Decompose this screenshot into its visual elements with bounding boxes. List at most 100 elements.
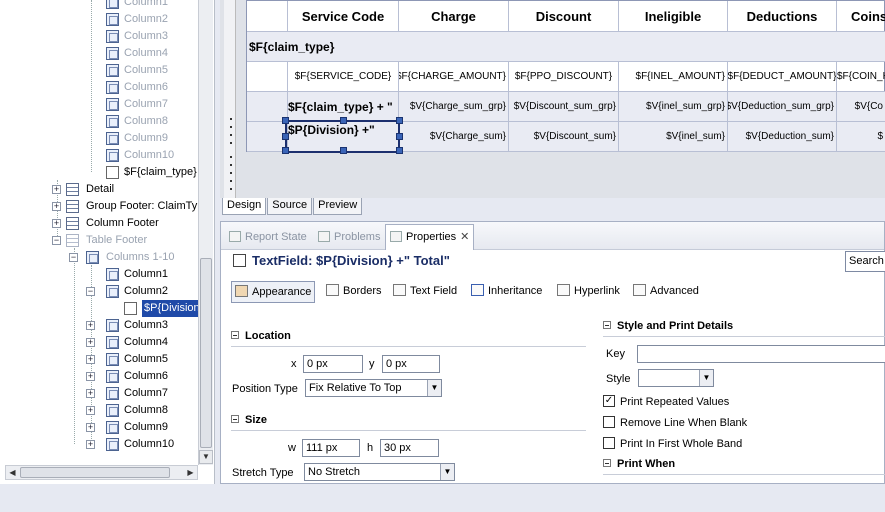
remove-line-checkbox[interactable] [603, 416, 615, 428]
print-first-band-checkbox[interactable] [603, 437, 615, 449]
expand-icon[interactable]: + [86, 321, 95, 330]
expand-icon[interactable]: + [86, 406, 95, 415]
column-header[interactable]: Discount [509, 1, 619, 32]
expand-icon[interactable]: + [86, 423, 95, 432]
group-total-cell[interactable]: $V{Charge_sum_grp} [399, 92, 509, 122]
stretch-type-select[interactable]: No Stretch ▼ [304, 463, 455, 481]
expand-icon[interactable]: + [86, 440, 95, 449]
resize-handle[interactable] [282, 147, 289, 154]
tab-properties[interactable]: Properties ✕ [385, 224, 475, 250]
tab-advanced[interactable]: Advanced [630, 281, 702, 303]
collapse-icon[interactable]: − [52, 236, 61, 245]
tab-report-state[interactable]: Report State [229, 228, 307, 246]
resize-handle[interactable] [340, 147, 347, 154]
search-input[interactable]: Search [845, 251, 885, 272]
y-input[interactable]: 0 px [382, 355, 440, 373]
scroll-left-arrow-icon[interactable]: ◀ [6, 466, 19, 479]
expand-icon[interactable]: + [52, 202, 61, 211]
report-canvas[interactable]: Service Code Charge Discount Ineligible … [246, 0, 885, 154]
outline-tree: Column1 Column2 Column3 Column4 Column5 … [0, 0, 198, 465]
total-cell[interactable]: $V{Discount_sum} [509, 122, 619, 152]
collapse-icon[interactable] [231, 331, 239, 339]
group-header-row[interactable]: $F{claim_type} [247, 32, 885, 62]
column-header[interactable]: Service Code [288, 1, 399, 32]
column-header[interactable]: Coins [837, 1, 885, 32]
collapse-icon[interactable] [603, 459, 611, 467]
print-repeated-checkbox[interactable]: ✓ [603, 395, 615, 407]
group-total-cell[interactable]: $V{Co [837, 92, 885, 122]
appearance-icon [235, 285, 248, 297]
expand-icon[interactable]: + [86, 389, 95, 398]
tab-problems[interactable]: Problems [318, 228, 380, 246]
section-size[interactable]: Size [231, 414, 267, 426]
detail-cell[interactable]: $F{PPO_DISCOUNT} [509, 62, 619, 92]
tab-appearance[interactable]: Appearance [231, 281, 316, 303]
close-icon[interactable]: ✕ [460, 231, 469, 243]
table-cell[interactable] [247, 1, 288, 32]
x-input[interactable]: 0 px [303, 355, 363, 373]
resize-handle[interactable] [282, 133, 289, 140]
resize-handle[interactable] [340, 117, 347, 124]
column-header[interactable]: Ineligible [619, 1, 728, 32]
vertical-ruler [224, 0, 236, 198]
tab-hyperlink[interactable]: Hyperlink [554, 281, 623, 303]
tab-source[interactable]: Source [267, 198, 313, 215]
total-cell[interactable]: $V{Deduction_sum} [728, 122, 837, 152]
section-print-when[interactable]: Print When [603, 458, 675, 470]
detail-cell[interactable]: $F{CHARGE_AMOUNT} [399, 62, 509, 92]
expand-icon[interactable]: + [52, 219, 61, 228]
table-cell[interactable] [247, 62, 288, 92]
collapse-icon[interactable]: − [69, 253, 78, 262]
collapse-icon[interactable] [603, 321, 611, 329]
expand-icon[interactable]: + [52, 185, 61, 194]
expand-icon[interactable]: + [86, 372, 95, 381]
y-label: y [369, 358, 375, 370]
style-select[interactable]: ▼ [638, 369, 714, 387]
w-label: w [288, 442, 296, 454]
position-type-select[interactable]: Fix Relative To Top ▼ [305, 379, 442, 397]
remove-line-label: Remove Line When Blank [620, 417, 748, 429]
resize-handle[interactable] [282, 117, 289, 124]
advanced-icon [633, 284, 646, 296]
tab-design[interactable]: Design [222, 198, 267, 215]
detail-cell[interactable]: $F{SERVICE_CODE} [288, 62, 399, 92]
outline-horizontal-scrollbar[interactable]: ◀ ▶ [5, 465, 198, 480]
tab-inheritance[interactable]: Inheritance [468, 281, 545, 303]
scroll-right-arrow-icon[interactable]: ▶ [184, 466, 197, 479]
collapse-icon[interactable]: − [86, 287, 95, 296]
scroll-down-arrow-icon[interactable]: ▼ [199, 450, 213, 464]
group-total-cell[interactable]: $V{inel_sum_grp} [619, 92, 728, 122]
editor-tabs: Design Source Preview [222, 198, 363, 215]
resize-handle[interactable] [396, 117, 403, 124]
tab-preview[interactable]: Preview [313, 198, 363, 215]
key-input[interactable] [637, 345, 885, 363]
outline-vertical-scrollbar[interactable]: ▼ [198, 0, 213, 465]
detail-cell[interactable]: $F{COIN_HIS [837, 62, 885, 92]
height-input[interactable]: 30 px [380, 439, 439, 457]
tab-text-field[interactable]: Text Field [390, 281, 460, 303]
detail-cell[interactable]: $F{INEL_AMOUNT} [619, 62, 728, 92]
view-tabs: Report State Problems Properties ✕ [221, 222, 884, 250]
section-style-print[interactable]: Style and Print Details [603, 320, 733, 332]
resize-handle[interactable] [396, 133, 403, 140]
group-total-cell[interactable]: $V{Deduction_sum_grp} [728, 92, 837, 122]
x-label: x [291, 358, 297, 370]
detail-cell[interactable]: $F{DEDUCT_AMOUNT} [728, 62, 837, 92]
total-cell[interactable]: $ [837, 122, 885, 152]
expand-icon[interactable]: + [86, 355, 95, 364]
total-cell[interactable]: $V{inel_sum} [619, 122, 728, 152]
collapse-icon[interactable] [231, 415, 239, 423]
group-total-cell[interactable]: $V{Discount_sum_grp} [509, 92, 619, 122]
column-header[interactable]: Deductions [728, 1, 837, 32]
scroll-thumb[interactable] [200, 258, 212, 448]
resize-handle[interactable] [396, 147, 403, 154]
tab-borders[interactable]: Borders [323, 281, 385, 303]
report-state-icon [229, 231, 241, 242]
expand-icon[interactable]: + [86, 338, 95, 347]
scroll-thumb[interactable] [20, 467, 170, 478]
total-cell[interactable]: $V{Charge_sum} [399, 122, 509, 152]
section-location[interactable]: Location [231, 330, 291, 342]
properties-title: TextField: $P{Division} +" Total" [233, 253, 450, 268]
width-input[interactable]: 111 px [302, 439, 360, 457]
column-header[interactable]: Charge [399, 1, 509, 32]
